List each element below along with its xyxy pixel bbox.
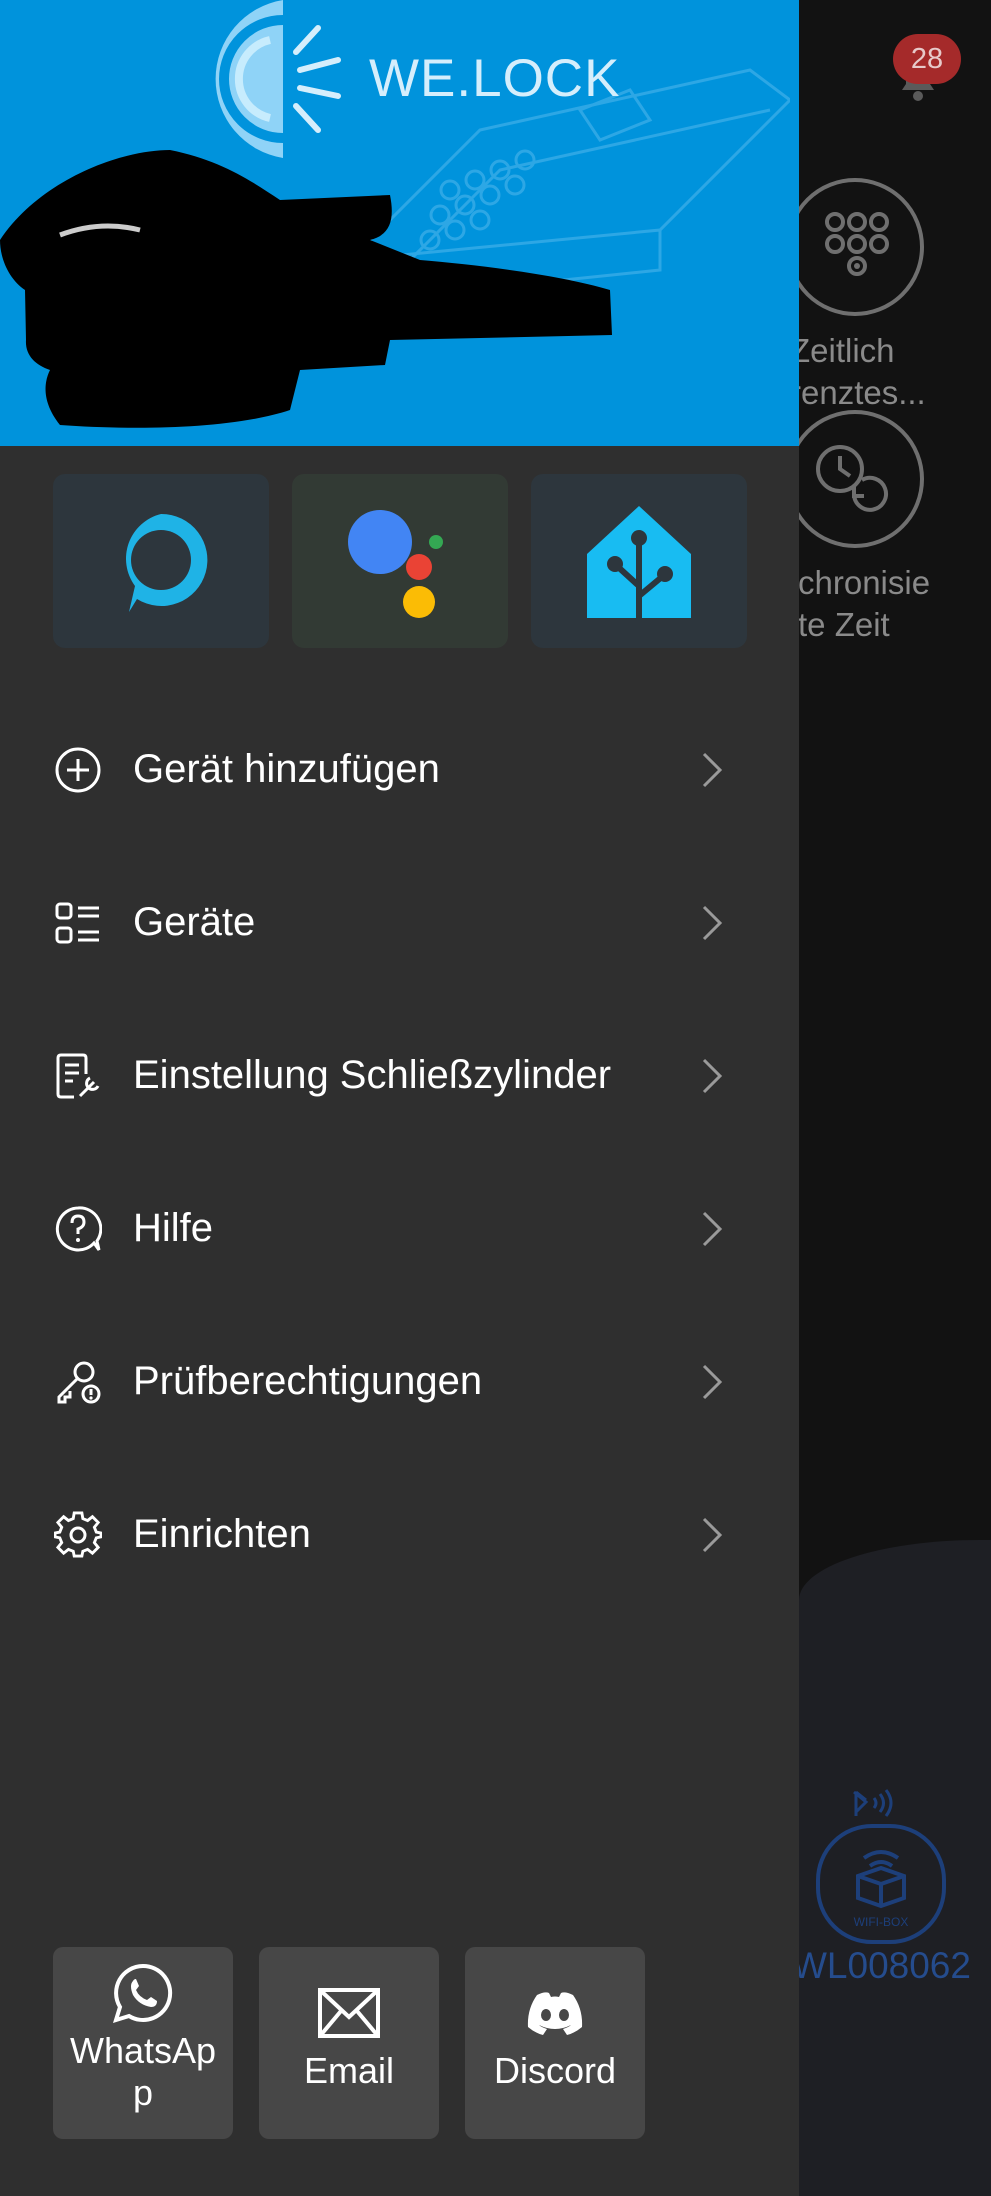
key-permission-icon — [57, 1361, 101, 1404]
gear-icon — [54, 1511, 102, 1558]
brand-logo-text: WE.LOCK — [369, 49, 621, 108]
menu-item-label: Prüfberechtigungen — [133, 1359, 483, 1403]
smart-assistant-tiles — [53, 474, 747, 648]
chevron-right-icon — [702, 1517, 723, 1553]
help-icon — [55, 1206, 102, 1252]
menu-item-add-device[interactable]: Gerät hinzufügen — [0, 706, 799, 826]
menu-item-devices[interactable]: Geräte — [0, 859, 799, 979]
discord-label: Discord — [493, 2050, 617, 2091]
chevron-right-icon — [702, 905, 723, 941]
drawer-header: WE.LOCK — [0, 0, 799, 446]
wifi-box-label: WIFI-BOX — [854, 1915, 909, 1929]
menu-item-label: Einstellung Schließzylinder — [133, 1053, 612, 1097]
clock-sync-icon[interactable] — [786, 410, 924, 548]
menu-item-label: Geräte — [133, 900, 256, 944]
keypad-icon[interactable] — [786, 178, 924, 316]
menu-item-permissions[interactable]: Prüfberechtigungen — [0, 1318, 799, 1438]
whatsapp-label-line2: p — [132, 2072, 154, 2113]
bg-action-label-2a: chronisie — [798, 564, 931, 601]
add-circle-icon — [55, 747, 101, 793]
redacted-account-info — [0, 150, 612, 428]
menu-item-setup[interactable]: Einrichten — [0, 1471, 799, 1591]
email-button[interactable]: Email — [259, 1947, 439, 2139]
bg-action-label-1a: Zeitlich — [790, 332, 895, 369]
chevron-right-icon — [702, 752, 723, 788]
alexa-icon — [125, 513, 208, 612]
alexa-tile[interactable] — [53, 474, 269, 648]
chevron-right-icon — [702, 1211, 723, 1247]
discord-button[interactable]: Discord — [465, 1947, 645, 2139]
home-assistant-tile[interactable] — [531, 474, 747, 648]
email-icon — [318, 1988, 380, 2038]
google-assistant-icon — [348, 510, 443, 618]
whatsapp-button[interactable]: WhatsAp p — [53, 1947, 233, 2139]
device-id-label: WL008062 — [792, 1945, 971, 1986]
bg-action-label-1b: renztes... — [790, 374, 926, 411]
discord-icon — [527, 1992, 583, 2035]
device-list-icon — [55, 902, 99, 944]
whatsapp-icon — [113, 1963, 173, 2023]
wifi-box-device[interactable]: WIFI-BOX — [816, 1824, 946, 1944]
notification-count-badge: 28 — [893, 34, 961, 84]
menu-item-label: Einrichten — [133, 1512, 311, 1556]
bg-action-label-2b: te Zeit — [798, 606, 890, 643]
chevron-right-icon — [702, 1058, 723, 1094]
whatsapp-label-line1: WhatsAp — [69, 2030, 217, 2071]
menu-item-label: Gerät hinzufügen — [133, 747, 440, 791]
email-label: Email — [303, 2050, 395, 2091]
menu-item-label: Hilfe — [133, 1206, 214, 1250]
cylinder-settings-icon — [56, 1053, 100, 1099]
welock-logo-icon — [215, 0, 341, 158]
menu-item-cylinder-settings[interactable]: Einstellung Schließzylinder — [0, 1012, 799, 1132]
menu-item-help[interactable]: Hilfe — [0, 1165, 799, 1285]
google-assistant-tile[interactable] — [292, 474, 508, 648]
chevron-right-icon — [702, 1364, 723, 1400]
bluetooth-signal-icon — [853, 1789, 893, 1817]
home-assistant-icon — [587, 506, 691, 620]
navigation-drawer: WE.LOCK Gerät hinzufügen Geräte Einstell… — [0, 0, 799, 2196]
